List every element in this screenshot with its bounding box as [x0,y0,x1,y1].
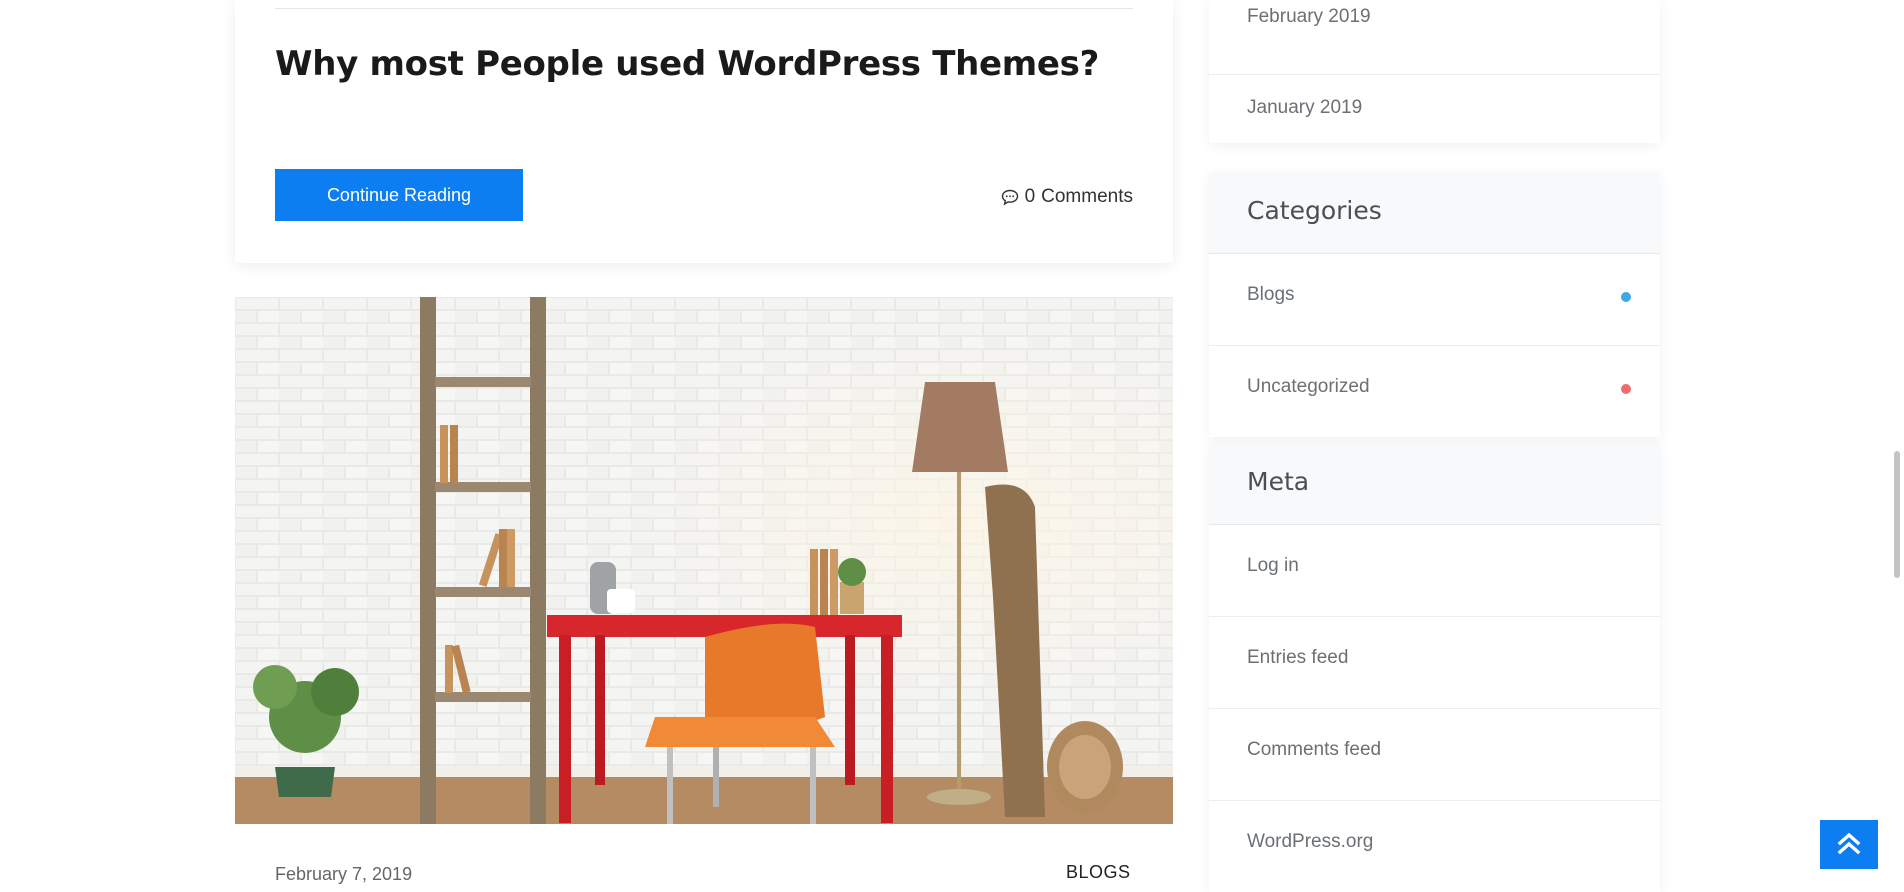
archive-item[interactable]: February 2019 [1209,0,1660,75]
archive-item-label: January 2019 [1247,97,1363,118]
category-item-uncategorized[interactable]: Uncategorized [1209,346,1660,437]
comments-count: 0 [1024,186,1036,207]
meta-item-log-in[interactable]: Log in [1209,525,1660,617]
meta-item-label: Comments feed [1247,739,1382,760]
scrollbar-thumb[interactable] [1894,451,1900,578]
category-item-label: Blogs [1247,284,1295,305]
archive-item-label: February 2019 [1247,6,1371,27]
category-dot-icon [1621,384,1631,394]
post-card: Why most People used WordPress Themes? C… [235,0,1173,263]
meta-widget: Meta Log in Entries feed Comments feed W… [1209,443,1660,892]
archive-item[interactable]: January 2019 [1209,75,1660,143]
meta-item-label: WordPress.org [1247,831,1374,852]
categories-title: Categories [1247,196,1382,225]
post-date: February 7, 2019 [275,864,413,884]
comments-label: Comments [1041,186,1133,207]
categories-widget-header: Categories [1209,172,1660,254]
meta-item-label: Entries feed [1247,647,1349,668]
comments-link[interactable]: 0 Comments [1001,186,1133,208]
page-scrollbar[interactable] [1892,0,1904,880]
meta-item-wordpress-org[interactable]: WordPress.org [1209,801,1660,892]
back-to-top-button[interactable] [1820,820,1878,869]
post-divider [275,8,1133,9]
meta-item-label: Log in [1247,555,1299,576]
meta-widget-header: Meta [1209,443,1660,525]
double-chevron-up-icon [1836,830,1862,859]
meta-title: Meta [1247,467,1310,496]
post-featured-image[interactable] [235,297,1173,824]
comment-icon [1001,189,1019,206]
meta-item-entries-feed[interactable]: Entries feed [1209,617,1660,709]
category-item-label: Uncategorized [1247,376,1370,397]
category-dot-icon [1621,292,1631,302]
category-item-blogs[interactable]: Blogs [1209,254,1660,346]
categories-widget: Categories Blogs Uncategorized [1209,172,1660,437]
continue-reading-button[interactable]: Continue Reading [275,169,523,221]
meta-item-comments-feed[interactable]: Comments feed [1209,709,1660,801]
post-title[interactable]: Why most People used WordPress Themes? [275,44,1099,84]
photo-desk-lamp-brick-wall-icon [235,297,1173,824]
archives-widget: February 2019 January 2019 [1209,0,1660,143]
